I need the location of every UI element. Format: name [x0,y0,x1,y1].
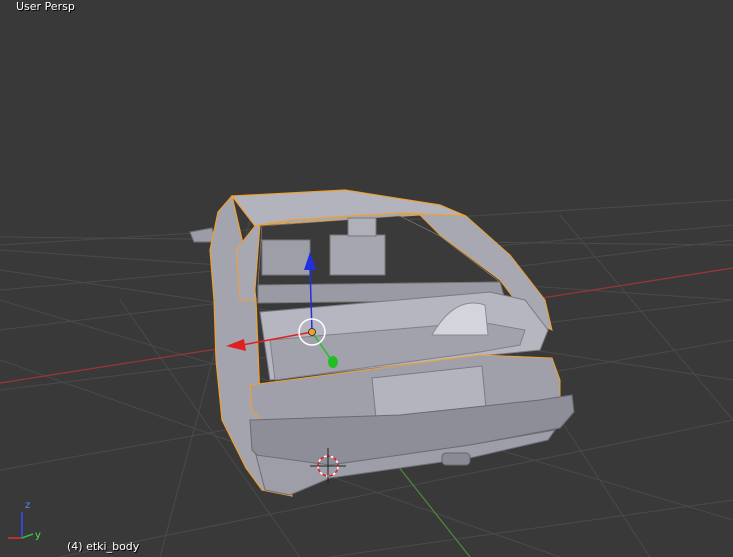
car-rear-seat-right [329,234,386,276]
axis-z-label: z [25,500,31,511]
car-rear-seat-left [261,239,311,276]
car-mesh[interactable] [189,189,575,497]
object-origin-icon [308,328,316,336]
view-mode-label: User Persp [16,0,75,13]
3d-viewport[interactable]: User Persp z y (4) etki_body [0,0,733,557]
car-exhaust [441,452,471,466]
car-headrest [347,217,377,237]
axis-orientation-widget [8,512,34,539]
axis-y-label: y [35,530,41,541]
active-object-label: (4) etki_body [67,540,140,553]
viewport-scene[interactable] [0,0,733,557]
gizmo-y-arrow[interactable] [328,356,338,368]
